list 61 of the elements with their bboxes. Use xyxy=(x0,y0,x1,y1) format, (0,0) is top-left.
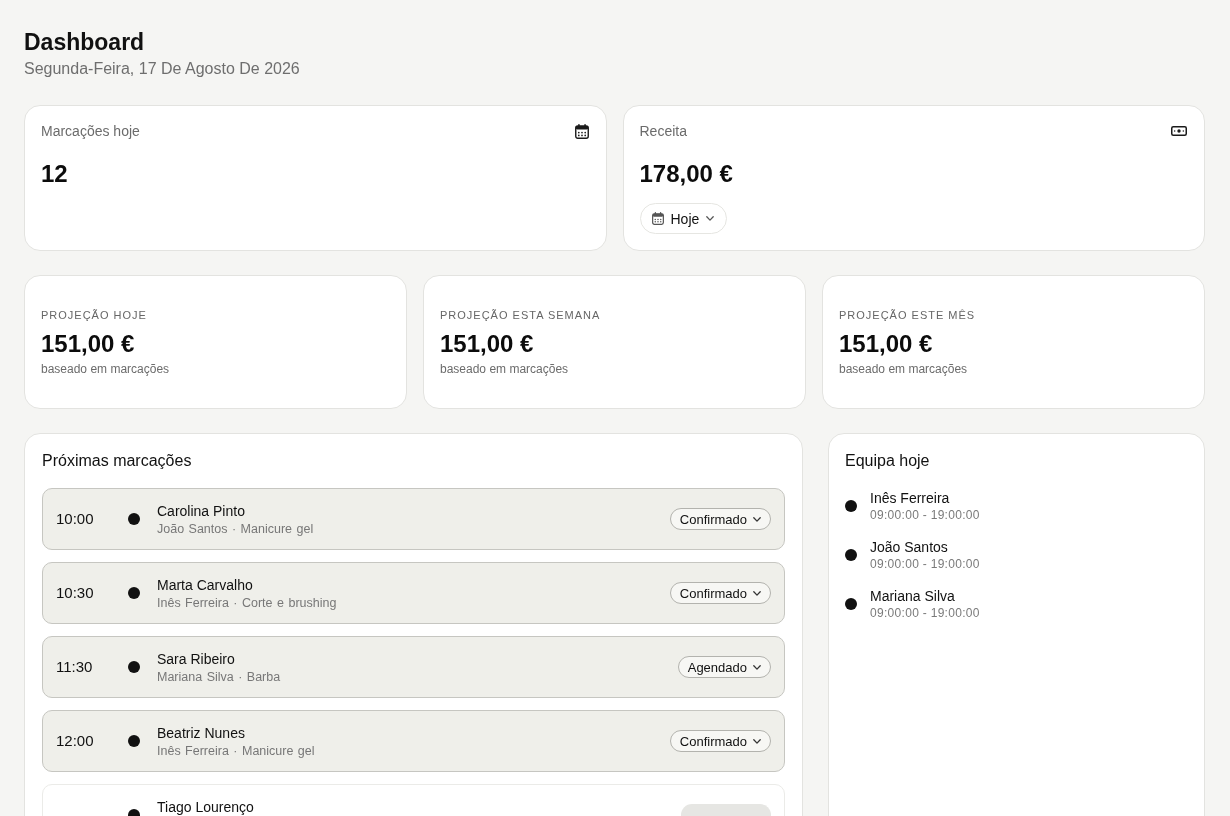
client-name: Beatriz Nunes xyxy=(157,723,245,742)
card-note: baseado em marcações xyxy=(41,360,170,377)
appointment-row[interactable]: Tiago Lourenço xyxy=(42,784,785,816)
chevron-down-icon xyxy=(706,216,715,221)
appointment-row[interactable]: 10:00 Carolina Pinto João Santos · Manicure gel Confirmado xyxy=(42,488,785,550)
dot-icon xyxy=(128,587,140,599)
dot-icon xyxy=(128,661,140,673)
member-name: Inês Ferreira xyxy=(870,489,950,507)
card-label: PROJEÇÃO ESTA SEMANA xyxy=(440,307,601,322)
appointment-row[interactable]: 10:30 Marta Carvalho Inês Ferreira · Corte e brushing Confirmado xyxy=(42,562,785,624)
banknote-icon xyxy=(1171,126,1187,136)
member-name: Mariana Silva xyxy=(870,587,955,605)
status-dropdown[interactable]: Confirmado xyxy=(669,508,771,530)
member-hours: 09:00:00 - 19:00:00 xyxy=(870,507,980,523)
client-name: Carolina Pinto xyxy=(157,501,245,520)
page-title: Dashboard xyxy=(24,28,146,56)
projection-value: 151,00 € xyxy=(839,328,933,359)
chevron-down-icon xyxy=(753,738,761,744)
panel-title: Próximas marcações xyxy=(42,451,193,471)
dot-icon xyxy=(128,735,140,747)
stat-value: 12 xyxy=(41,159,69,189)
appointment-time: 10:00 xyxy=(56,510,95,528)
appointment-row[interactable]: 11:30 Sara Ribeiro Mariana Silva · Barba Agendado xyxy=(42,636,785,698)
client-name: Marta Carvalho xyxy=(157,575,253,594)
stat-value: 178,00 € xyxy=(639,159,734,189)
date-subtitle: Segunda-Feira, 17 De Agosto De 2026 xyxy=(24,59,301,79)
panel-title: Equipa hoje xyxy=(845,451,931,471)
projection-value: 151,00 € xyxy=(440,328,534,359)
card-label: PROJEÇÃO HOJE xyxy=(41,307,147,322)
appointment-details: João Santos · Manicure gel xyxy=(157,520,314,537)
appointment-time: 10:30 xyxy=(56,584,95,602)
calendar-icon xyxy=(574,123,589,139)
chevron-down-icon xyxy=(753,590,761,596)
card-label: Marcações hoje xyxy=(41,122,140,140)
status-dropdown[interactable]: Confirmado xyxy=(669,730,771,752)
dot-icon xyxy=(845,500,857,512)
client-name: Sara Ribeiro xyxy=(157,649,235,668)
dot-icon xyxy=(845,549,857,561)
period-dropdown[interactable]: Hoje xyxy=(639,203,728,234)
dot-icon xyxy=(128,513,140,525)
card-note: baseado em marcações xyxy=(839,360,968,377)
appointment-details: Inês Ferreira · Manicure gel xyxy=(157,742,315,759)
member-name: João Santos xyxy=(870,538,948,556)
status-dropdown[interactable]: Confirmado xyxy=(669,582,771,604)
projection-value: 151,00 € xyxy=(41,328,135,359)
appointment-time: 12:00 xyxy=(56,732,95,750)
dot-icon xyxy=(845,598,857,610)
member-hours: 09:00:00 - 19:00:00 xyxy=(870,556,980,572)
card-label: Receita xyxy=(639,122,687,140)
calendar-icon xyxy=(651,212,664,225)
status-dropdown[interactable]: Agendado xyxy=(677,656,771,678)
appointment-time: 11:30 xyxy=(56,658,94,676)
chevron-down-icon xyxy=(753,664,761,670)
appointment-row[interactable]: 12:00 Beatriz Nunes Inês Ferreira · Manicure gel Confirmado xyxy=(42,710,785,772)
member-hours: 09:00:00 - 19:00:00 xyxy=(870,605,980,621)
chevron-down-icon xyxy=(753,516,761,522)
card-label: PROJEÇÃO ESTE MÊS xyxy=(839,307,976,322)
card-note: baseado em marcações xyxy=(440,360,569,377)
appointment-details: Mariana Silva · Barba xyxy=(157,668,281,685)
client-name: Tiago Lourenço xyxy=(157,797,254,816)
appointment-details: Inês Ferreira · Corte e brushing xyxy=(157,594,337,611)
